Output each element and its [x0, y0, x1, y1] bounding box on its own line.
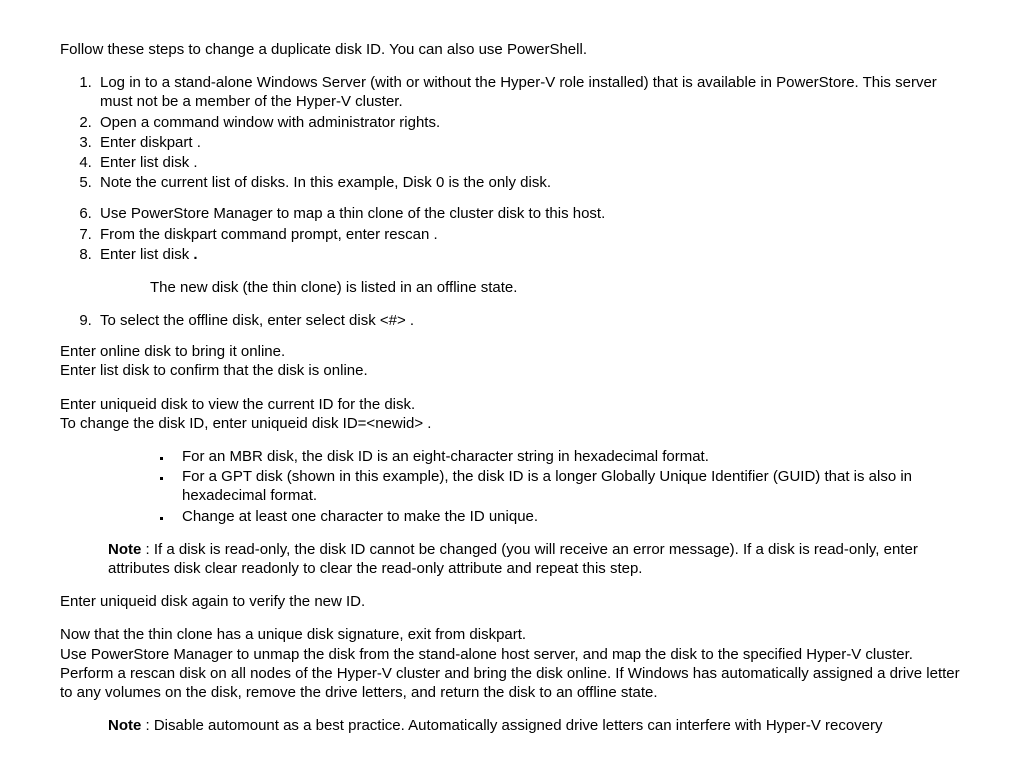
line-verify: Enter uniqueid disk again to verify the … — [60, 592, 964, 611]
step-5: Note the current list of disks. In this … — [96, 173, 964, 192]
line-online: Enter online disk to bring it online. — [60, 342, 964, 361]
step-7: From the diskpart command prompt, enter … — [96, 225, 964, 244]
note-automount-text: : Disable automount as a best practice. … — [141, 717, 882, 734]
line-rescan: Perform a rescan disk on all nodes of th… — [60, 664, 964, 702]
note-label: Note — [108, 541, 141, 558]
line-uniqueid-view: Enter uniqueid disk to view the current … — [60, 395, 964, 414]
line-exit: Now that the thin clone has a unique dis… — [60, 625, 964, 644]
line-unmap: Use PowerStore Manager to unmap the disk… — [60, 645, 964, 664]
steps-list-cont: Use PowerStore Manager to map a thin clo… — [60, 204, 964, 330]
step-6: Use PowerStore Manager to map a thin clo… — [96, 204, 964, 223]
step-3: Enter diskpart . — [96, 133, 964, 152]
step-2: Open a command window with administrator… — [96, 113, 964, 132]
note-readonly: Note : If a disk is read-only, the disk … — [108, 540, 964, 578]
step-8-text: Enter list disk — [100, 246, 189, 263]
line-confirm: Enter list disk to confirm that the disk… — [60, 361, 964, 380]
note-readonly-text: : If a disk is read-only, the disk ID ca… — [108, 541, 918, 577]
step-8: Enter list disk . The new disk (the thin… — [96, 245, 964, 297]
line-uniqueid-set: To change the disk ID, enter uniqueid di… — [60, 414, 964, 433]
bullet-mbr: For an MBR disk, the disk ID is an eight… — [172, 447, 964, 466]
bullet-change: Change at least one character to make th… — [172, 507, 964, 526]
note-automount: Note : Disable automount as a best pract… — [108, 716, 964, 735]
step-9: To select the offline disk, enter select… — [96, 311, 964, 330]
note-label-2: Note — [108, 717, 141, 734]
steps-list: Log in to a stand-alone Windows Server (… — [60, 73, 964, 192]
step-8-dot: . — [189, 246, 197, 263]
step-1: Log in to a stand-alone Windows Server (… — [96, 73, 964, 111]
step-4: Enter list disk . — [96, 153, 964, 172]
intro-text: Follow these steps to change a duplicate… — [60, 40, 964, 59]
bullet-list: For an MBR disk, the disk ID is an eight… — [172, 447, 964, 526]
bullet-gpt: For a GPT disk (shown in this example), … — [172, 467, 964, 505]
step-8-sub: The new disk (the thin clone) is listed … — [150, 278, 964, 297]
